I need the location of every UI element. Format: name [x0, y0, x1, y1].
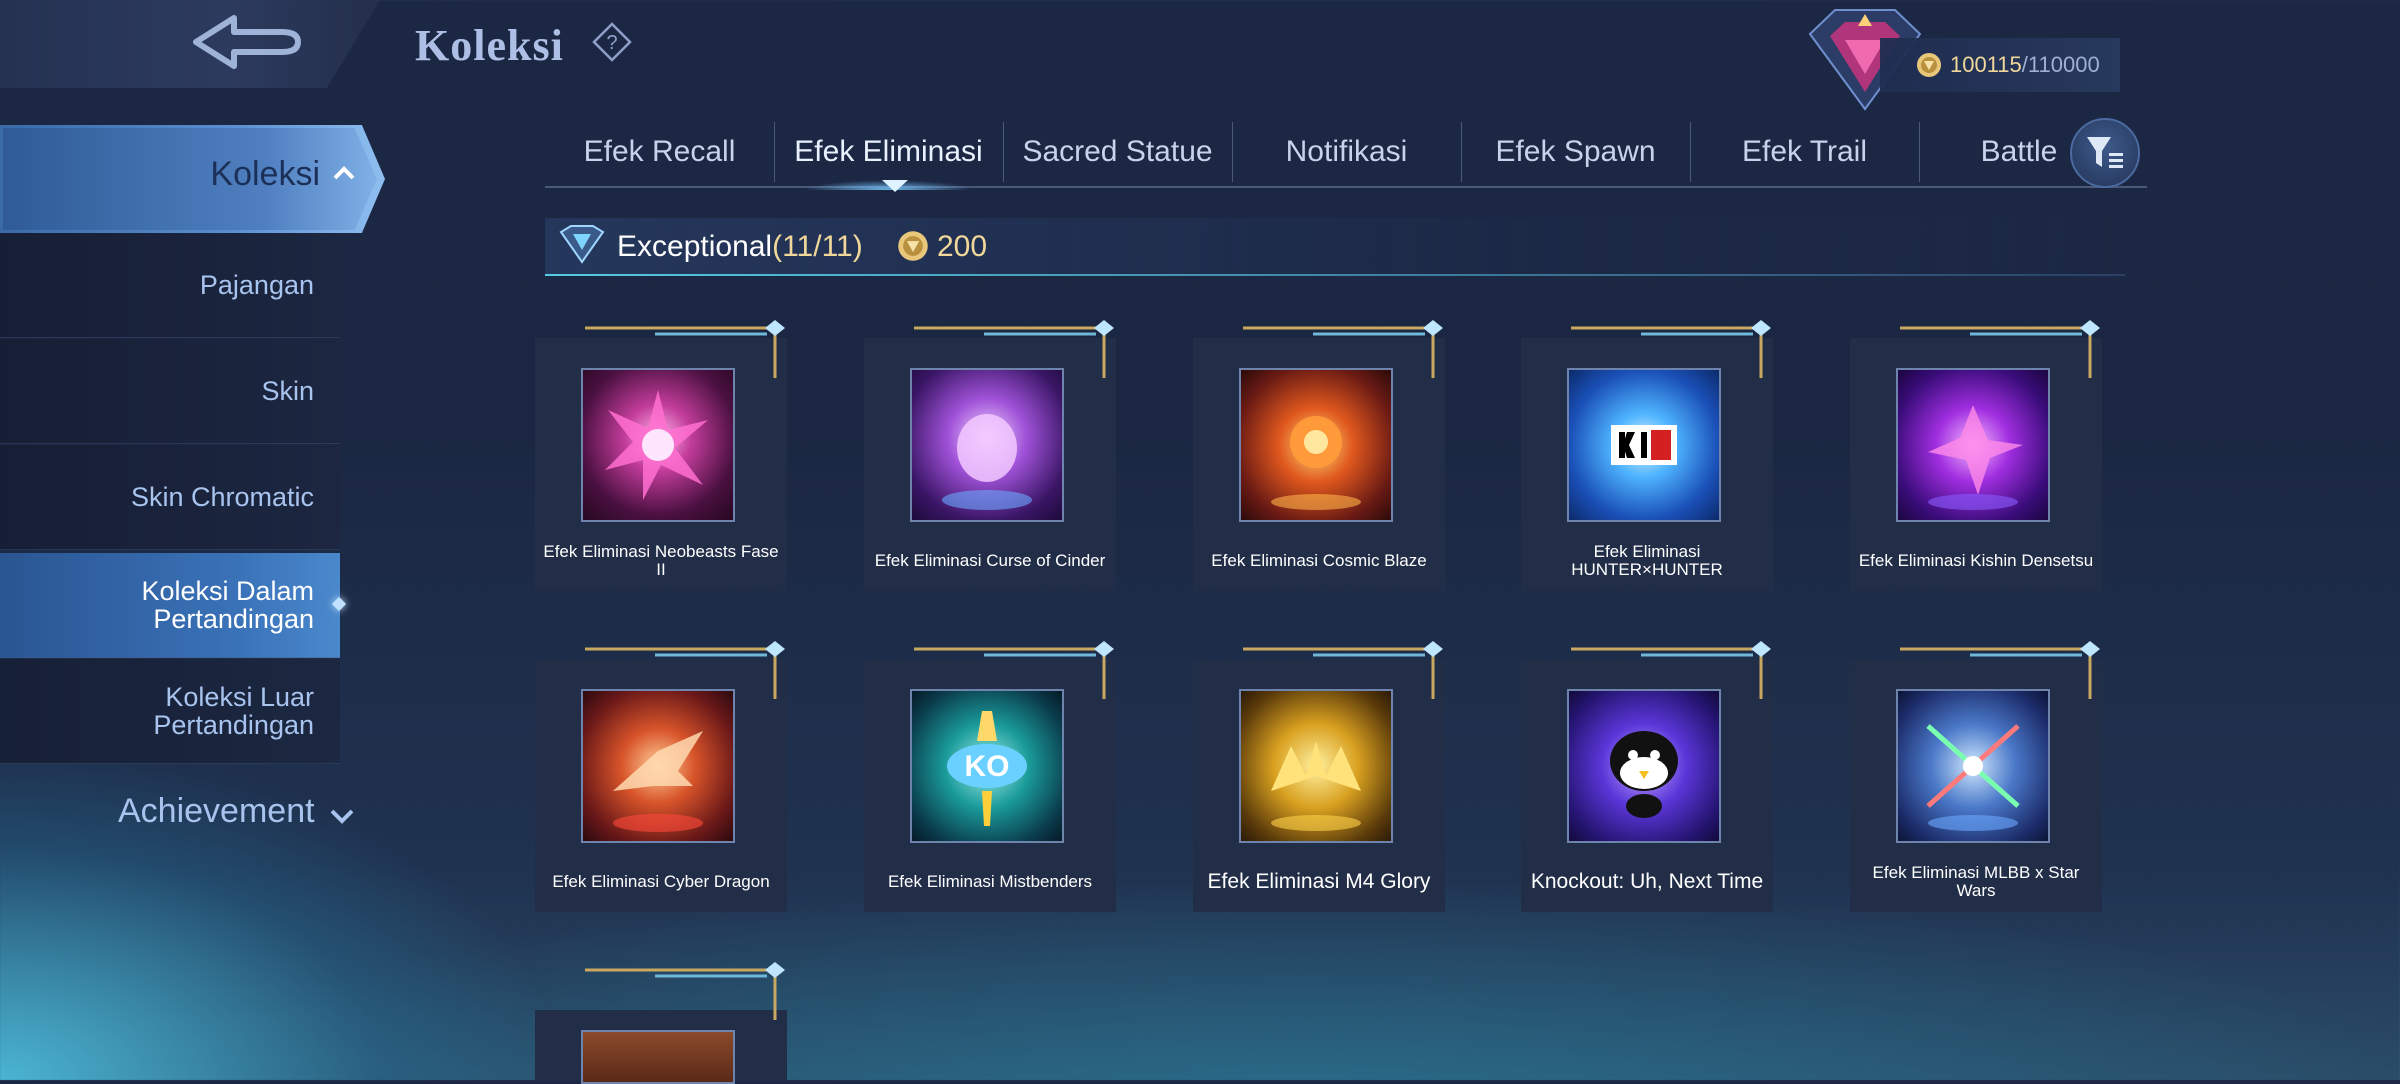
sidebar-item-koleksi-dalam-pertandingan[interactable]: Koleksi Dalam Pertandingan: [0, 553, 340, 658]
curse-of-cinder-effect-image: [910, 368, 1064, 522]
filter-icon: [2087, 137, 2123, 168]
item-name: Efek Eliminasi M4 Glory: [1207, 869, 1431, 893]
filter-button[interactable]: [2070, 118, 2140, 188]
m4-glory-effect-image: [1239, 689, 1393, 843]
sidebar-item-label: Skin: [261, 375, 314, 406]
item-name: Efek Eliminasi Cosmic Blaze: [1211, 551, 1427, 571]
sidebar-item-skin-chromatic[interactable]: Skin Chromatic: [0, 445, 340, 550]
sidebar-main-label: Koleksi: [210, 155, 320, 193]
mlbb-star-wars-effect-image: [1896, 689, 2050, 843]
item-name: Efek Eliminasi Mistbenders: [887, 872, 1093, 892]
collection-card[interactable]: KO Efek Eliminasi Mistbenders: [864, 641, 1116, 912]
sidebar-item-label: Koleksi Luar Pertandingan: [153, 681, 314, 740]
rarity-section-header: Exceptional(11/11) 200: [545, 218, 2125, 276]
collection-card-partial[interactable]: [535, 962, 787, 1084]
svg-text:?: ?: [606, 32, 617, 54]
kishin-densetsu-effect-image: [1896, 368, 2050, 522]
mistbenders-effect-image: KO: [910, 689, 1064, 843]
sidebar-achievement[interactable]: Achievement: [118, 792, 315, 831]
tab-efek-trail[interactable]: Efek Trail: [1690, 118, 1919, 186]
sidebar-item-skin[interactable]: Skin: [0, 339, 340, 444]
collection-card[interactable]: Efek Eliminasi M4 Glory: [1193, 641, 1445, 912]
collection-card[interactable]: Efek Eliminasi MLBB x Star Wars: [1850, 641, 2102, 912]
sidebar-item-koleksi-luar-pertandingan[interactable]: Koleksi Luar Pertandingan: [0, 659, 340, 764]
collection-card[interactable]: Efek Eliminasi Cyber Dragon: [535, 641, 787, 912]
item-name: Efek Eliminasi MLBB x Star Wars: [1872, 863, 2080, 900]
sidebar-item-pajangan[interactable]: Pajangan: [0, 233, 340, 338]
uh-next-time-effect-image: [1567, 689, 1721, 843]
partial-effect-image: [581, 1030, 735, 1084]
item-name: Knockout: Uh, Next Time: [1530, 869, 1764, 893]
sidebar-item-label: Koleksi Dalam Pertandingan: [141, 575, 314, 634]
card-frame-icon: [585, 962, 785, 1020]
sidebar-item-label: Pajangan: [199, 269, 314, 300]
item-name: Efek Eliminasi Curse of Cinder: [874, 551, 1106, 571]
cosmic-blaze-effect-image: [1239, 368, 1393, 522]
active-tab-indicator-icon: [882, 180, 908, 192]
point-max: /110000: [2021, 52, 2100, 77]
coin-icon: [1917, 53, 1941, 77]
chevron-down-icon: [330, 809, 354, 824]
collection-card[interactable]: Efek Eliminasi Kishin Densetsu: [1850, 320, 2102, 591]
cyber-dragon-effect-image: [581, 689, 735, 843]
page-title: Koleksi: [415, 21, 564, 70]
item-name: Efek Eliminasi Neobeasts Fase II: [543, 542, 779, 579]
item-name: Efek Eliminasi Kishin Densetsu: [1858, 551, 2094, 571]
coin-icon: [898, 231, 928, 261]
section-value: 200: [937, 230, 988, 263]
svg-text:KO: KO: [965, 750, 1010, 783]
collection-card[interactable]: Knockout: Uh, Next Time: [1521, 641, 1773, 912]
sidebar-item-label: Skin Chromatic: [130, 481, 314, 512]
hunter-x-hunter-effect-image: [1567, 368, 1721, 522]
back-button[interactable]: [0, 0, 380, 88]
tab-sacred-statue[interactable]: Sacred Statue: [1003, 118, 1232, 186]
item-name: Efek Eliminasi HUNTER×HUNTER: [1571, 542, 1723, 579]
point-value: 100115: [1950, 52, 2022, 77]
collection-card[interactable]: Efek Eliminasi HUNTER×HUNTER: [1521, 320, 1773, 591]
rarity-emblem-icon: [559, 225, 605, 264]
collection-card[interactable]: Efek Eliminasi Curse of Cinder: [864, 320, 1116, 591]
tab-efek-eliminasi[interactable]: Efek Eliminasi: [774, 118, 1003, 190]
tab-efek-spawn[interactable]: Efek Spawn: [1461, 118, 1690, 186]
sidebar-main-koleksi[interactable]: Koleksi: [0, 125, 385, 233]
tab-notifikasi[interactable]: Notifikasi: [1232, 118, 1461, 186]
collection-card[interactable]: Efek Eliminasi Neobeasts Fase II: [535, 320, 787, 591]
section-count: (11/11): [772, 230, 863, 263]
tab-efek-recall[interactable]: Efek Recall: [545, 118, 774, 186]
collection-card[interactable]: Efek Eliminasi Cosmic Blaze: [1193, 320, 1445, 591]
help-icon[interactable]: ?: [592, 22, 632, 62]
chevron-up-icon: [333, 166, 355, 180]
item-name: Efek Eliminasi Cyber Dragon: [552, 872, 770, 892]
back-arrow-icon: [193, 15, 301, 69]
section-title: Exceptional(11/11): [617, 230, 863, 263]
category-tabs: Efek Recall Efek Eliminasi Sacred Statue…: [545, 118, 2147, 190]
point-counter: 100115 /110000: [1880, 38, 2120, 92]
neobeasts-effect-image: [581, 368, 735, 522]
